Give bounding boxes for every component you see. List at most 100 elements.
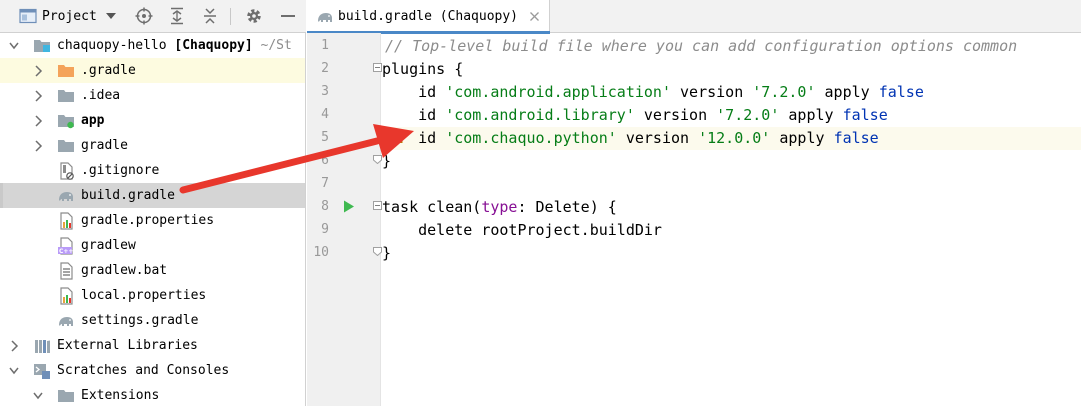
- chevron-down-icon[interactable]: [9, 40, 19, 52]
- chevron-down-icon[interactable]: [9, 365, 19, 377]
- project-view-selector[interactable]: Project: [42, 5, 124, 27]
- hide-panel-button[interactable]: [276, 5, 300, 27]
- fold-end-marker-icon[interactable]: [373, 247, 382, 256]
- code-line-9: delete rootProject.buildDir: [382, 219, 1081, 242]
- tree-item-label: .gitignore: [81, 163, 160, 178]
- code-named-arg: type: [481, 198, 518, 216]
- tree-item-gradle-dir[interactable]: .gradle: [0, 58, 305, 83]
- code-line-8: task clean(type: Delete) {: [382, 196, 1081, 219]
- project-tool-window: Project chaquopy-hello [Chaquopy] ~/St .…: [0, 0, 306, 406]
- properties-file-icon: [60, 212, 73, 230]
- ignored-file-icon: [60, 162, 74, 180]
- locate-file-button[interactable]: [132, 5, 156, 27]
- tree-item-gradle-properties[interactable]: gradle.properties: [0, 208, 305, 233]
- code-string: 'com.android.application': [445, 83, 671, 101]
- folder-orange-icon: [58, 65, 74, 77]
- cpp-file-icon: C++: [58, 237, 73, 255]
- code-line-4: id 'com.android.library' version '7.2.0'…: [382, 104, 1081, 127]
- chevron-right-icon[interactable]: [33, 115, 43, 127]
- tree-item-scratches[interactable]: Scratches and Consoles: [0, 358, 305, 383]
- code-token: }: [382, 152, 392, 170]
- code-string: 'com.chaquo.python': [445, 129, 617, 147]
- gear-icon: [247, 9, 261, 23]
- tree-item-label: gradlew: [81, 238, 136, 253]
- run-task-icon[interactable]: [343, 200, 355, 213]
- chevron-right-icon[interactable]: [9, 340, 19, 352]
- tree-item-gitignore[interactable]: .gitignore: [0, 158, 305, 183]
- collapse-all-button[interactable]: [198, 5, 222, 27]
- chevron-down-icon[interactable]: [33, 390, 43, 402]
- code-token: : Delete) {: [517, 198, 617, 216]
- close-tab-icon[interactable]: [529, 11, 540, 22]
- code-string: '7.2.0': [752, 83, 816, 101]
- code-keyword: false: [842, 106, 888, 124]
- tree-item-settings-gradle[interactable]: settings.gradle: [0, 308, 305, 333]
- tree-item-label: gradlew.bat: [81, 263, 168, 278]
- collapse-all-icon: [204, 8, 216, 24]
- tree-item-app[interactable]: app: [0, 108, 305, 133]
- tree-item-label: chaquopy-hello: [57, 38, 167, 53]
- code-line-6: }: [382, 150, 1081, 173]
- code-line-3: id 'com.android.application' version '7.…: [382, 81, 1081, 104]
- code-line-10: }: [382, 242, 1081, 265]
- code-comment: // Top-level build file where you can ad…: [385, 37, 1018, 55]
- svg-text:C++: C++: [59, 248, 73, 255]
- line-number: 9: [321, 222, 329, 237]
- code-token: apply: [770, 129, 834, 147]
- tree-item-label: gradle.properties: [81, 213, 215, 228]
- chevron-right-icon[interactable]: [33, 65, 43, 77]
- code-keyword: false: [878, 83, 924, 101]
- code-editor: build.gradle (Chaquopy) 1 2 3 4 5 6 7 8 …: [307, 0, 1081, 406]
- folder-icon: [58, 390, 74, 402]
- code-string: '12.0.0': [698, 129, 771, 147]
- folder-icon: [58, 140, 74, 152]
- tree-item-label: local.properties: [81, 288, 207, 303]
- code-line-5: id 'com.chaquo.python' version '12.0.0' …: [382, 127, 1081, 150]
- line-number: 1: [321, 38, 329, 53]
- line-number: 7: [321, 176, 329, 191]
- fold-end-marker-icon[interactable]: [373, 155, 382, 164]
- lightbulb-icon[interactable]: [394, 130, 406, 144]
- tree-item-label: build.gradle: [81, 188, 175, 203]
- options-button[interactable]: [242, 5, 266, 27]
- tree-item-root[interactable]: chaquopy-hello [Chaquopy] ~/St: [0, 33, 305, 58]
- toolbar-separator: [230, 8, 231, 25]
- code-token: id: [382, 106, 446, 124]
- line-number: 5: [321, 130, 329, 145]
- project-toolbar: Project: [0, 0, 306, 33]
- code-token: version: [671, 83, 753, 101]
- module-folder-icon: [58, 115, 74, 129]
- code-string: 'com.android.library': [445, 106, 635, 124]
- code-string: '7.2.0': [716, 106, 780, 124]
- code-token: id: [382, 83, 446, 101]
- project-name-badge: [Chaquopy]: [174, 38, 253, 53]
- fold-marker-icon[interactable]: [373, 63, 382, 72]
- code-token: version: [616, 129, 699, 147]
- tree-item-label: Scratches and Consoles: [57, 363, 230, 378]
- tree-item-gradlew[interactable]: C++ gradlew: [0, 233, 305, 258]
- project-view-label: Project: [42, 8, 97, 24]
- code-area[interactable]: // Top-level build file where you can ad…: [382, 33, 1081, 406]
- editor-tab-build-gradle[interactable]: build.gradle (Chaquopy): [307, 0, 550, 34]
- tree-item-gradlew-bat[interactable]: gradlew.bat: [0, 258, 305, 283]
- tree-item-extensions[interactable]: Extensions: [0, 383, 305, 406]
- code-line-2: plugins {: [382, 58, 1081, 81]
- tree-item-idea[interactable]: .idea: [0, 83, 305, 108]
- module-folder-icon: [34, 40, 50, 52]
- tree-item-build-gradle[interactable]: build.gradle: [0, 183, 305, 208]
- tree-item-label: gradle: [81, 138, 128, 153]
- tree-item-label: settings.gradle: [81, 313, 199, 328]
- tree-item-external-libraries[interactable]: External Libraries: [0, 333, 305, 358]
- line-number: 10: [313, 245, 329, 260]
- tree-item-gradle-wrapper-dir[interactable]: gradle: [0, 133, 305, 158]
- tree-item-label: app: [81, 113, 105, 128]
- code-token: apply: [779, 106, 843, 124]
- tree-item-label: External Libraries: [57, 338, 198, 353]
- chevron-right-icon[interactable]: [33, 140, 43, 152]
- expand-all-button[interactable]: [165, 5, 189, 27]
- chevron-right-icon[interactable]: [33, 90, 43, 102]
- gradle-elephant-icon: [318, 13, 332, 22]
- tree-item-local-properties[interactable]: local.properties: [0, 283, 305, 308]
- fold-marker-icon[interactable]: [373, 201, 382, 210]
- code-line-1: // Top-level build file where you can ad…: [382, 35, 1081, 58]
